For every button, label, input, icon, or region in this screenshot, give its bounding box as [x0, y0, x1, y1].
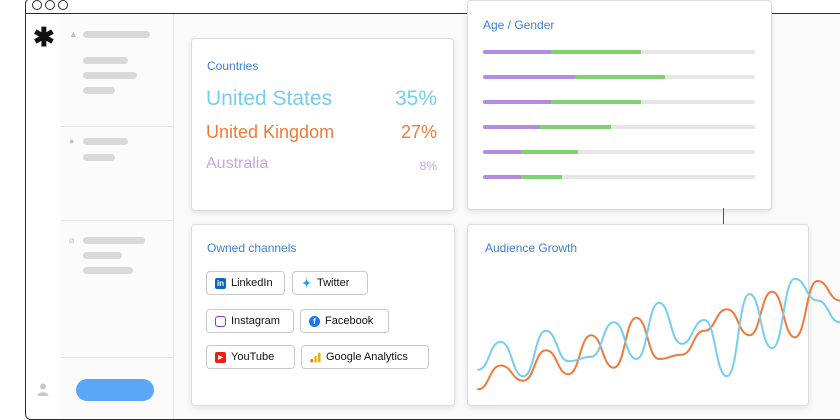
google-analytics-icon: [310, 352, 321, 362]
leaf-icon: ⌀: [69, 235, 75, 245]
youtube-label: YouTube: [231, 351, 275, 363]
sidebar-item-placeholder[interactable]: [83, 252, 122, 259]
age-gender-bar-track: [483, 175, 755, 179]
linkedin-label: LinkedIn: [231, 277, 273, 289]
owned-channels-title: Owned channels: [207, 241, 297, 255]
age-gender-bar-track: [483, 150, 755, 154]
sidebar-item-placeholder[interactable]: [83, 267, 133, 274]
age-gender-bar-green: [551, 50, 641, 54]
sidebar: ▲ ● ⌀: [61, 14, 174, 419]
bullet-icon: ●: [69, 136, 75, 146]
age-gender-title: Age / Gender: [483, 18, 555, 32]
sidebar-divider: [61, 220, 173, 221]
window-control-maximize[interactable]: [58, 0, 68, 10]
twitter-label: Twitter: [317, 277, 350, 289]
countries-title: Countries: [207, 59, 259, 73]
linkedin-icon: in: [215, 277, 226, 289]
age-gender-bar-purple: [483, 150, 522, 154]
age-gender-bar-purple: [483, 175, 522, 179]
icon-rail: ✱: [26, 14, 62, 419]
window-control-minimize[interactable]: [45, 0, 55, 10]
age-gender-bar-track: [483, 50, 755, 54]
age-gender-bar-green: [540, 125, 611, 129]
twitter-icon: ✦: [301, 277, 312, 290]
growth-line-blue: [477, 277, 840, 378]
sidebar-item-placeholder[interactable]: [83, 31, 150, 38]
age-gender-bar-track: [483, 125, 755, 129]
country-percent-united-states: 35%: [394, 87, 437, 110]
instagram-button[interactable]: Instagram: [206, 309, 294, 333]
instagram-label: Instagram: [231, 315, 280, 327]
audience-growth-title: Audience Growth: [485, 241, 578, 255]
twitter-button[interactable]: ✦ Twitter: [292, 271, 368, 295]
triangle-icon: ▲: [69, 29, 78, 39]
youtube-icon: ▶: [215, 351, 226, 363]
window-control-close[interactable]: [32, 0, 42, 10]
country-percent-united-kingdom: 27%: [400, 122, 437, 142]
countries-card: Countries United States 35% United Kingd…: [191, 38, 454, 211]
sidebar-item-placeholder[interactable]: [83, 237, 145, 244]
google-analytics-label: Google Analytics: [326, 351, 408, 363]
country-percent-australia: 8%: [419, 159, 437, 173]
sidebar-item-placeholder[interactable]: [83, 57, 128, 64]
facebook-icon: f: [309, 315, 320, 327]
country-name-united-states: United States: [206, 87, 333, 110]
age-gender-bar-green: [551, 100, 641, 104]
audience-growth-chart: [477, 277, 840, 391]
sidebar-divider: [61, 357, 173, 358]
country-name-united-kingdom: United Kingdom: [206, 122, 335, 142]
owned-channels-card: Owned channels in LinkedIn ✦ Twitter Ins…: [191, 224, 455, 406]
sidebar-item-placeholder[interactable]: [83, 138, 128, 145]
app-logo-icon: ✱: [33, 22, 55, 52]
instagram-icon: [215, 315, 226, 327]
age-gender-bar-green: [521, 175, 562, 179]
age-gender-card: Age / Gender: [467, 0, 772, 210]
sidebar-item-placeholder[interactable]: [83, 154, 115, 161]
age-gender-bar-purple: [483, 100, 551, 104]
age-gender-bar-green: [521, 150, 579, 154]
youtube-button[interactable]: ▶ YouTube: [206, 345, 295, 369]
age-gender-bar-track: [483, 100, 755, 104]
linkedin-button[interactable]: in LinkedIn: [206, 271, 285, 295]
sidebar-item-placeholder[interactable]: [83, 87, 115, 94]
age-gender-bar-purple: [483, 75, 576, 79]
facebook-label: Facebook: [325, 315, 374, 327]
sidebar-item-placeholder[interactable]: [83, 72, 137, 79]
age-gender-bar-track: [483, 75, 755, 79]
age-gender-bar-green: [575, 75, 666, 79]
user-icon[interactable]: [36, 382, 50, 396]
facebook-button[interactable]: f Facebook: [300, 309, 389, 333]
age-gender-bar-purple: [483, 125, 541, 129]
age-gender-bar-purple: [483, 50, 551, 54]
sidebar-primary-button[interactable]: [76, 379, 154, 401]
connector-line: [723, 208, 724, 224]
google-analytics-button[interactable]: Google Analytics: [301, 345, 429, 369]
sidebar-divider: [61, 126, 173, 127]
country-name-australia: Australia: [206, 155, 269, 172]
